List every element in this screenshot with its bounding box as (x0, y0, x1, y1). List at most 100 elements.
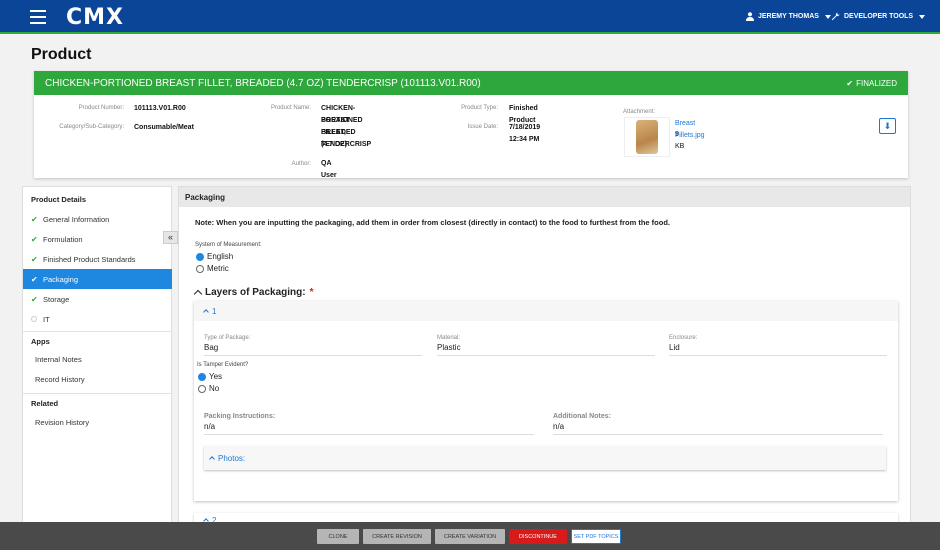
measurement-english-radio[interactable]: English (196, 252, 233, 261)
sidebar-item-record-history[interactable]: Record History (23, 369, 172, 389)
tamper-yes-radio[interactable]: Yes (198, 372, 222, 381)
layer-index: 1 (212, 306, 217, 316)
divider (23, 393, 172, 394)
layers-title-text: Layers of Packaging: (205, 287, 306, 298)
chevron-up-icon (209, 456, 215, 462)
layers-heading[interactable]: Layers of Packaging: * (193, 287, 314, 299)
apps-heading: Apps (31, 337, 50, 346)
field-value: n/a (204, 420, 534, 435)
sidebar-item-revision-history[interactable]: Revision History (23, 412, 172, 432)
product-number-value: 101113.V01.R00 (134, 105, 186, 112)
sidebar-item-label: Packaging (43, 274, 79, 284)
sidebar-item-storage[interactable]: ✔ Storage (23, 289, 172, 309)
user-menu[interactable]: JEREMY THOMAS (746, 12, 831, 21)
sidebar-item-finished-product-standards[interactable]: ✔ Finished Product Standards (23, 249, 172, 269)
sidebar-item-packaging[interactable]: ✔ Packaging (23, 269, 172, 289)
author-value: QA User (321, 160, 337, 179)
product-number-label: Product Number: (78, 105, 124, 111)
related-heading: Related (31, 399, 59, 408)
check-icon: ✔ (31, 294, 38, 304)
sidebar-item-label: Formulation (43, 234, 83, 244)
action-bar: CLONE CREATE REVISION CREATE VARIATION D… (0, 522, 940, 550)
field-label: Packing Instructions: (204, 413, 276, 420)
clone-button[interactable]: CLONE (317, 529, 359, 544)
sidebar-item-internal-notes[interactable]: Internal Notes (23, 349, 172, 369)
packing-instructions-field: Packing Instructions: n/a (204, 413, 534, 435)
check-icon: ✔ (846, 78, 854, 88)
tamper-evident-label: Is Tamper Evident? (197, 362, 249, 368)
check-icon: ✔ (31, 254, 38, 264)
sidebar-item-formulation[interactable]: ✔ Formulation (23, 229, 172, 249)
divider (23, 331, 172, 332)
cmx-logo[interactable]: CMX (66, 5, 124, 30)
empty-circle-icon (31, 316, 37, 322)
radio-label: No (209, 384, 220, 393)
download-icon: ⬇ (883, 120, 892, 131)
tamper-no-radio[interactable]: No (198, 384, 219, 393)
radio-selected-icon (198, 372, 206, 381)
check-icon: ✔ (31, 214, 38, 224)
product-name-label: Product Name: (270, 105, 311, 111)
attachment-size: 9 KB (675, 131, 685, 150)
field-value: Bag (204, 341, 422, 356)
field-label: Additional Notes: (553, 413, 611, 420)
set-pdf-topics-button[interactable]: SET PDF TOPICS (571, 529, 621, 544)
type-of-package-field: Type of Package: Bag (204, 335, 422, 356)
category-label: Category/Sub-Category: (59, 124, 124, 130)
chevron-up-icon (203, 309, 209, 315)
required-marker: * (309, 287, 314, 298)
issue-date-label: Issue Date: (467, 124, 498, 130)
menu-icon[interactable] (30, 10, 46, 24)
sidebar-item-label: Internal Notes (35, 354, 82, 364)
sidebar-item-it[interactable]: IT (23, 309, 172, 329)
discontinue-button[interactable]: DISCONTINUE (509, 529, 567, 544)
product-header-card: CHICKEN-PORTIONED BREAST FILLET, BREADED… (34, 71, 908, 179)
issue-date-value: 7/18/2019 12:34 PM (509, 124, 541, 143)
chicken-fillet-image (636, 120, 658, 154)
create-variation-button[interactable]: CREATE VARIATION (435, 529, 505, 544)
top-navbar: CMX JEREMY THOMAS DEVELOPER TOOLS (0, 0, 940, 34)
measurement-metric-radio[interactable]: Metric (196, 264, 229, 273)
sidebar-item-general-information[interactable]: ✔ General Information (23, 209, 172, 229)
radio-label: Yes (209, 372, 223, 381)
user-name: JEREMY THOMAS (758, 13, 819, 20)
attachment-label: Attachment: (623, 109, 656, 115)
layer-card-1: 1 Type of Package: Bag Material: Plastic… (194, 301, 898, 501)
chevron-down-icon (919, 14, 926, 19)
check-icon: ✔ (31, 234, 38, 244)
chevron-up-icon (193, 289, 203, 299)
product-name-line-4: TENDERCRISP (321, 141, 372, 148)
collapse-sidebar-button[interactable]: « (163, 231, 178, 244)
additional-notes-field: Additional Notes: n/a (553, 413, 883, 435)
section-title: Packaging (179, 187, 910, 207)
packaging-panel: Packaging Note: When you are inputting t… (178, 186, 911, 536)
product-type-label: Product Type: (461, 105, 498, 111)
field-value: Lid (669, 341, 887, 356)
sidebar-item-label: Storage (43, 294, 70, 304)
product-title: CHICKEN-PORTIONED BREAST FILLET, BREADED… (45, 77, 481, 89)
create-revision-button[interactable]: CREATE REVISION (363, 529, 431, 544)
radio-label: Metric (207, 264, 229, 273)
developer-tools-label: DEVELOPER TOOLS (844, 13, 914, 20)
product-details-heading: Product Details (31, 195, 87, 204)
photos-label: Photos: (218, 453, 246, 463)
radio-icon (196, 264, 204, 273)
layer-1-toggle[interactable]: 1 (194, 301, 898, 321)
sidebar-item-label: Finished Product Standards (43, 254, 136, 264)
radio-label: English (207, 252, 234, 261)
enclosure-field: Enclosure: Lid (669, 335, 887, 356)
material-field: Material: Plastic (437, 335, 655, 356)
double-chevron-left-icon: « (167, 232, 173, 242)
radio-selected-icon (196, 252, 204, 261)
sidebar: Product Details ✔ General Information ✔ Fo… (22, 186, 172, 526)
download-button[interactable]: ⬇ (879, 118, 896, 134)
author-label: Author: (291, 161, 311, 167)
radio-icon (198, 384, 206, 393)
photos-toggle[interactable]: Photos: (204, 446, 886, 470)
page-title: Product (31, 46, 92, 63)
sidebar-item-label: General Information (43, 214, 110, 224)
packaging-note: Note: When you are inputting the packagi… (195, 218, 671, 227)
developer-tools-menu[interactable]: DEVELOPER TOOLS (831, 12, 926, 21)
attachment-thumbnail[interactable] (624, 117, 670, 157)
user-icon (746, 12, 754, 21)
